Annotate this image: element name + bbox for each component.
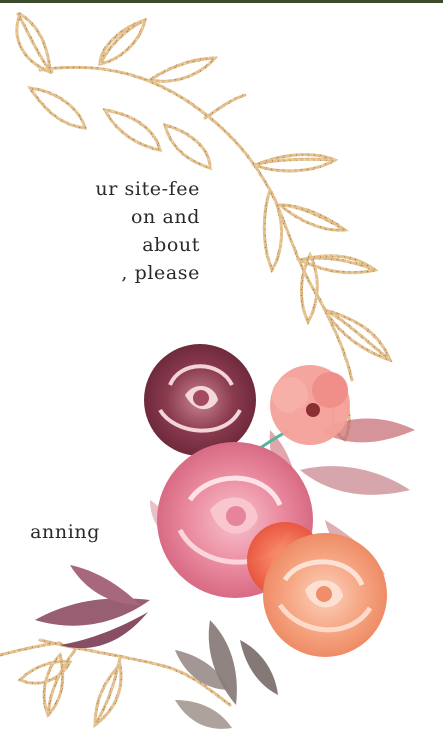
site-fee-paragraph: ur site-fee on and about , please	[0, 175, 200, 287]
gold-leaves-bottom	[17, 652, 123, 729]
taupe-leaves	[175, 620, 278, 729]
small-coral-flower	[270, 365, 350, 445]
paragraph-line: , please	[121, 262, 200, 284]
planning-note: anning	[30, 521, 100, 543]
floral-decoration	[0, 11, 415, 729]
peach-rose	[263, 533, 387, 657]
invitation-page: ur site-fee on and about , please anning	[0, 0, 443, 754]
paragraph-line: ur site-fee	[95, 178, 200, 200]
paragraph-line: on and	[130, 206, 200, 228]
paragraph-line: about	[142, 234, 200, 256]
burgundy-rose	[144, 344, 256, 456]
